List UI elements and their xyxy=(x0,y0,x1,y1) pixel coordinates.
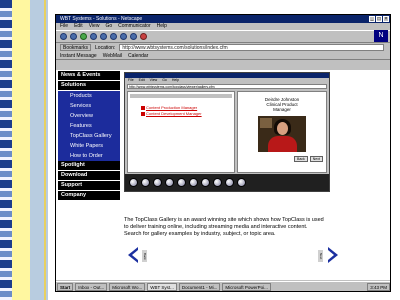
system-clock: 3:43 PM xyxy=(367,282,390,291)
nav-white-papers[interactable]: White Papers xyxy=(58,141,120,151)
task-document1[interactable]: Document1 - Mi... xyxy=(178,282,221,291)
media-icon[interactable] xyxy=(213,178,222,187)
home-icon[interactable] xyxy=(90,33,97,40)
media-icon[interactable] xyxy=(201,178,210,187)
security-icon[interactable] xyxy=(130,33,137,40)
media-icon[interactable] xyxy=(189,178,198,187)
instant-message-link[interactable]: Instant Message xyxy=(60,52,97,59)
inner-icon-bar xyxy=(125,174,329,191)
folder-icon xyxy=(141,112,145,116)
title-bar: WBT Systems - Solutions - Netscape _ □ × xyxy=(56,15,390,23)
site-nav: News & Events Solutions Products Service… xyxy=(58,71,120,201)
inner-left-pane: Content Production Manager Content Devel… xyxy=(127,91,235,173)
inner-right-pane: Deirdre Johnston Clinical Product Manage… xyxy=(237,91,327,173)
nav-support[interactable]: Support xyxy=(58,181,120,190)
taskbar: Start Inbox - Out... Microsoft Wo... WBT… xyxy=(56,281,390,291)
media-icon[interactable] xyxy=(225,178,234,187)
inner-url-field: http://www.wbtsystems.com/topclass/viewe… xyxy=(127,84,327,89)
media-icon[interactable] xyxy=(237,178,246,187)
nav-company[interactable]: Company xyxy=(58,191,120,200)
folder-icon xyxy=(141,106,145,110)
forward-icon[interactable] xyxy=(70,33,77,40)
menu-file[interactable]: File xyxy=(60,23,68,30)
navigation-toolbar xyxy=(56,30,390,43)
nav-download[interactable]: Download xyxy=(58,171,120,180)
person-photo xyxy=(258,116,306,152)
location-bar: Bookmarks Location: http://www.wbtsystem… xyxy=(56,43,390,52)
back-label: Back xyxy=(142,250,147,262)
next-arrow-icon[interactable] xyxy=(326,246,340,264)
personal-toolbar: Instant Message WebMail Calendar xyxy=(56,52,390,60)
nav-features[interactable]: Features xyxy=(58,121,120,131)
search-icon[interactable] xyxy=(100,33,107,40)
reload-icon[interactable] xyxy=(80,33,87,40)
browser-window: WBT Systems - Solutions - Netscape _ □ ×… xyxy=(55,14,391,292)
decorative-rule xyxy=(44,0,46,300)
task-netscape[interactable]: WBT Syst... xyxy=(147,282,177,291)
inner-menu-file: File xyxy=(128,78,134,82)
media-icon[interactable] xyxy=(165,178,174,187)
url-input[interactable]: http://www.wbtsystems.com/solutions/inde… xyxy=(119,44,384,51)
menu-edit[interactable]: Edit xyxy=(74,23,83,30)
nav-solutions[interactable]: Solutions xyxy=(58,81,120,90)
print-icon[interactable] xyxy=(120,33,127,40)
gallery-screenshot: File Edit View Go Help http://www.wbtsys… xyxy=(124,72,330,192)
nav-topclass-gallery[interactable]: TopClass Gallery xyxy=(58,131,120,141)
menu-help[interactable]: Help xyxy=(157,23,167,30)
inner-menu-go: Go xyxy=(162,78,167,82)
person-name: Deirdre Johnston Clinical Product Manage… xyxy=(264,97,300,112)
bookmarks-button[interactable]: Bookmarks xyxy=(60,44,92,51)
media-icon[interactable] xyxy=(153,178,162,187)
slide-decoration xyxy=(0,0,48,300)
media-icon[interactable] xyxy=(177,178,186,187)
task-inbox[interactable]: Inbox - Out... xyxy=(75,282,108,291)
gallery-description: The TopClass Gallery is an award winning… xyxy=(124,217,324,237)
start-button[interactable]: Start xyxy=(57,282,74,291)
menu-communicator[interactable]: Communicator xyxy=(118,23,151,30)
inner-next-button[interactable]: Next xyxy=(309,156,323,162)
inner-back-button[interactable]: Back xyxy=(294,156,308,162)
inner-menu-view: View xyxy=(149,78,158,82)
nav-news-events[interactable]: News & Events xyxy=(58,71,120,80)
menu-bar: File Edit View Go Communicator Help xyxy=(56,23,390,30)
inner-menu-help: Help xyxy=(171,78,180,82)
window-title: WBT Systems - Solutions - Netscape xyxy=(60,16,143,22)
menu-go[interactable]: Go xyxy=(105,23,112,30)
page-content: News & Events Solutions Products Service… xyxy=(56,70,390,280)
next-label: Next xyxy=(318,250,323,262)
back-icon[interactable] xyxy=(60,33,67,40)
task-powerpoint[interactable]: Microsoft PowerPoi... xyxy=(222,282,271,291)
netscape-icon[interactable] xyxy=(110,33,117,40)
inner-pane-header xyxy=(130,94,232,98)
maximize-button[interactable]: □ xyxy=(376,16,382,22)
stop-icon[interactable] xyxy=(140,33,147,40)
nav-spotlight[interactable]: Spotlight xyxy=(58,161,120,170)
inner-menu-bar: File Edit View Go Help xyxy=(125,78,329,83)
inner-link-production[interactable]: Content Production Manager xyxy=(146,105,197,110)
inner-link-development[interactable]: Content Development Manager xyxy=(146,111,202,116)
previous-arrow-icon[interactable] xyxy=(126,246,140,264)
nav-services[interactable]: Services xyxy=(58,101,120,111)
inner-button-group: Back Next xyxy=(294,156,323,162)
task-word[interactable]: Microsoft Wo... xyxy=(109,282,146,291)
media-icon[interactable] xyxy=(141,178,150,187)
nav-how-to-order[interactable]: How to Order xyxy=(58,151,120,161)
decorative-band xyxy=(12,0,30,300)
nav-overview[interactable]: Overview xyxy=(58,111,120,121)
media-icon[interactable] xyxy=(129,178,138,187)
location-label: Location: xyxy=(95,44,116,51)
minimize-button[interactable]: _ xyxy=(369,16,375,22)
webmail-link[interactable]: WebMail xyxy=(103,52,122,59)
close-button[interactable]: × xyxy=(383,16,389,22)
inner-menu-edit: Edit xyxy=(138,78,145,82)
calendar-link[interactable]: Calendar xyxy=(128,52,148,59)
netscape-logo-icon: N xyxy=(374,30,388,42)
decorative-stripes xyxy=(0,0,12,300)
menu-view[interactable]: View xyxy=(89,23,100,30)
nav-products[interactable]: Products xyxy=(58,91,120,101)
